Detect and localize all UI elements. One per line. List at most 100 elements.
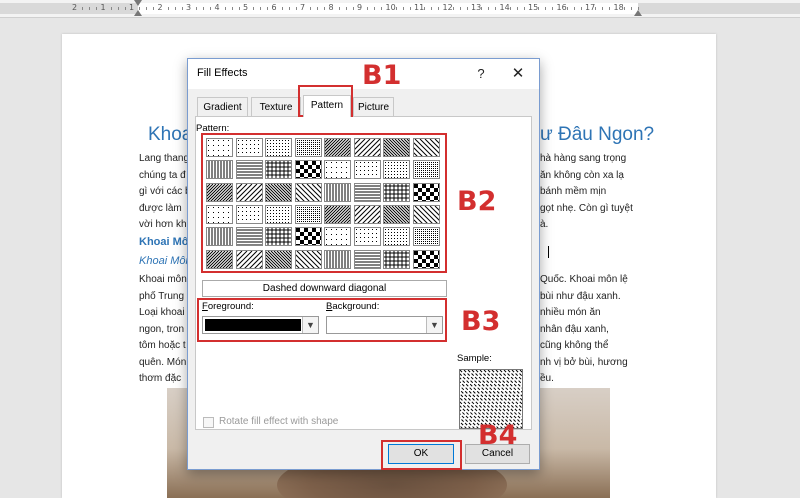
ruler-number: 5 bbox=[243, 3, 249, 12]
ruler-tick bbox=[509, 7, 511, 10]
doc-para2-right: Quốc. Khoai môn lệ bùi như đậu xanh. nhi… bbox=[540, 272, 628, 388]
ruler-number: 12 bbox=[442, 3, 453, 12]
ruler-tick bbox=[424, 7, 426, 10]
ruler-tick bbox=[438, 7, 440, 10]
doc-line: cũng không thể bbox=[540, 340, 609, 351]
doc-line: chúng ta đ bbox=[139, 169, 186, 181]
dialog-title: Fill Effects bbox=[197, 67, 248, 79]
callout-b3: B3 bbox=[461, 306, 501, 337]
ruler-tick bbox=[310, 7, 312, 10]
doc-line: Lang thang bbox=[139, 153, 190, 164]
doc-line: Khoai môn bbox=[139, 274, 187, 285]
ruler-tick bbox=[238, 7, 240, 10]
doc-line: Quốc. Khoai môn lệ bbox=[540, 274, 628, 285]
ruler-tick bbox=[602, 7, 604, 10]
ruler-number: 2 bbox=[157, 3, 163, 12]
ruler-tick bbox=[281, 7, 283, 10]
ruler-tick bbox=[609, 7, 611, 10]
ruler-number: 11 bbox=[414, 3, 425, 12]
ruler-tick bbox=[495, 7, 497, 10]
sample-label: Sample: bbox=[457, 353, 492, 364]
ruler-number: 18 bbox=[613, 3, 624, 12]
right-indent-marker[interactable] bbox=[634, 10, 642, 16]
ruler-tick bbox=[89, 7, 91, 10]
ruler-tick bbox=[545, 7, 547, 10]
doc-para1-left: Lang thang chúng ta đ gì với các b được … bbox=[139, 151, 191, 234]
ruler-number: 10 bbox=[385, 3, 396, 12]
ruler-tick bbox=[317, 7, 319, 10]
ruler-tick bbox=[210, 7, 212, 10]
selected-pattern-name: Dashed downward diagonal bbox=[202, 280, 447, 297]
ruler-number: 16 bbox=[556, 3, 567, 12]
doc-line: ều. bbox=[540, 373, 554, 384]
doc-para2-left: Khoai môn phố Trung Loại khoai ngon, tro… bbox=[139, 272, 187, 388]
tab-picture[interactable]: Picture bbox=[353, 97, 394, 117]
ruler-tick bbox=[538, 7, 540, 10]
ruler-tick bbox=[367, 7, 369, 10]
ruler-tick bbox=[82, 7, 84, 10]
doc-line: à. bbox=[540, 219, 549, 230]
ruler-tick bbox=[203, 7, 205, 10]
first-line-indent-marker[interactable] bbox=[134, 0, 142, 6]
doc-line: bùi như đậu xanh. bbox=[540, 290, 621, 302]
tab-gradient[interactable]: Gradient bbox=[197, 97, 248, 117]
doc-line: nhiều món ăn bbox=[540, 307, 601, 318]
ruler-tick bbox=[338, 7, 340, 10]
doc-line: gọt nhẹ. Còn gì tuyệt bbox=[540, 202, 633, 214]
doc-line: quên. Món bbox=[139, 356, 187, 368]
highlight-pattern-grid bbox=[201, 133, 447, 273]
ruler-tick bbox=[288, 7, 290, 10]
doc-heading-left: Khoa bbox=[148, 124, 193, 145]
hanging-indent-marker[interactable] bbox=[134, 10, 142, 16]
ruler-tick bbox=[452, 7, 454, 10]
ruler-tick bbox=[523, 7, 525, 10]
ruler-tick bbox=[374, 7, 376, 10]
ruler-tick bbox=[352, 7, 354, 10]
doc-line: ăn không còn xa lạ bbox=[540, 169, 624, 181]
rotate-fill-label: Rotate fill effect with shape bbox=[219, 416, 339, 427]
ruler-number: 14 bbox=[499, 3, 510, 12]
ruler-tick bbox=[124, 7, 126, 10]
doc-para1-right: hà hàng sang trọng ăn không còn xa lạ bá… bbox=[540, 151, 633, 234]
ruler-tick bbox=[481, 7, 483, 10]
ruler-tick bbox=[566, 7, 568, 10]
ruler-number: 9 bbox=[357, 3, 363, 12]
ruler-tick bbox=[196, 7, 198, 10]
doc-subheading-italic: Khoai Môn bbox=[139, 255, 192, 267]
doc-line: được làm bbox=[139, 202, 182, 214]
ruler-margin-right bbox=[638, 3, 800, 14]
ruler-tick bbox=[167, 7, 169, 10]
horizontal-ruler[interactable]: 2 1 1 2 3 4 5 6 7 8 9 10 11 12 13 14 15 16 17 18 bbox=[0, 0, 800, 18]
tab-texture[interactable]: Texture bbox=[251, 97, 301, 117]
doc-line: tôm hoặc t bbox=[139, 340, 186, 351]
ruler-tick bbox=[253, 7, 255, 10]
tab-pattern[interactable]: Pattern bbox=[303, 95, 351, 117]
ruler-tick bbox=[110, 7, 112, 10]
ruler-tick bbox=[552, 7, 554, 10]
ruler-tick bbox=[459, 7, 461, 10]
ruler-tick bbox=[580, 7, 582, 10]
ruler-number: 7 bbox=[300, 3, 306, 12]
ruler-tick bbox=[516, 7, 518, 10]
ruler-tick bbox=[267, 7, 269, 10]
close-button[interactable]: ✕ bbox=[506, 64, 530, 84]
ruler-tick bbox=[260, 7, 262, 10]
ruler-tick bbox=[623, 7, 625, 10]
highlight-ok-button bbox=[381, 440, 462, 470]
text-cursor bbox=[548, 246, 549, 258]
help-button[interactable]: ? bbox=[471, 64, 491, 84]
ruler-number: 15 bbox=[528, 3, 539, 12]
ruler-number: 6 bbox=[271, 3, 277, 12]
callout-b2: B2 bbox=[457, 186, 497, 217]
callout-b1: B1 bbox=[362, 60, 402, 91]
doc-line: bánh mềm mịn bbox=[540, 186, 607, 197]
ruler-tick bbox=[96, 7, 98, 10]
ruler-tick bbox=[224, 7, 226, 10]
ruler-tick bbox=[181, 7, 183, 10]
doc-line: thơm đặc bbox=[139, 373, 182, 384]
ruler-number: 1 bbox=[100, 3, 106, 12]
ruler-tick bbox=[345, 7, 347, 10]
doc-heading-right: ư Đâu Ngon? bbox=[540, 124, 655, 145]
rotate-fill-checkbox[interactable] bbox=[203, 417, 214, 428]
ruler-tick bbox=[381, 7, 383, 10]
